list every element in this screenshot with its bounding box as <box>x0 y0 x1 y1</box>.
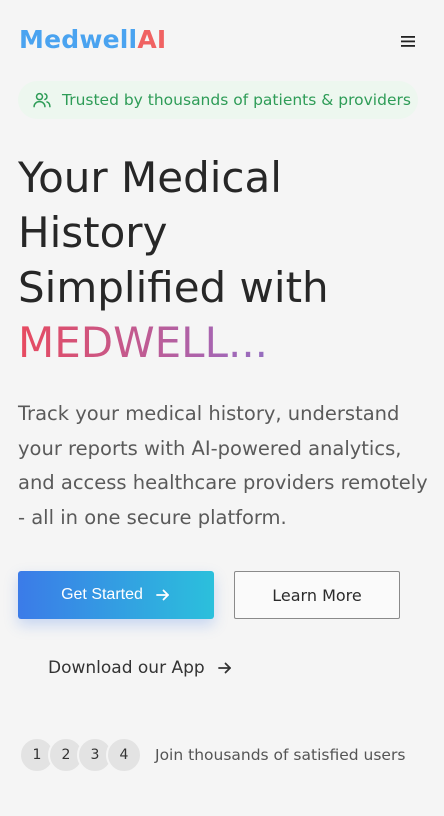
hero-title-brand: MEDWELL... <box>18 315 428 370</box>
avatar: 4 <box>106 737 142 773</box>
get-started-label: Get Started <box>61 586 143 603</box>
arrow-right-icon <box>217 662 231 674</box>
logo-part-medwell: Medwell <box>19 25 138 54</box>
hero-title: Your Medical History Simplified with MED… <box>18 150 428 370</box>
social-proof-text: Join thousands of satisfied users <box>155 746 406 764</box>
download-app-link[interactable]: Download our App <box>48 656 233 680</box>
hamburger-menu-icon <box>401 36 415 47</box>
trust-badge-text: Trusted by thousands of patients & provi… <box>62 91 411 109</box>
users-icon <box>33 92 51 108</box>
download-app-label: Download our App <box>48 658 205 678</box>
hero-title-line-3: Simplified with <box>18 263 329 312</box>
get-started-button[interactable]: Get Started <box>18 571 214 619</box>
social-proof: 1 2 3 4 Join thousands of satisfied user… <box>19 737 439 773</box>
header: MedwellAI <box>0 0 444 80</box>
logo-part-ai: AI <box>137 25 167 54</box>
menu-button[interactable] <box>398 32 420 50</box>
learn-more-label: Learn More <box>272 585 362 605</box>
arrow-right-icon <box>156 589 169 601</box>
hero-title-line-1: Your Medical <box>18 153 282 202</box>
logo[interactable]: MedwellAI <box>19 25 166 54</box>
trust-badge: Trusted by thousands of patients & provi… <box>18 81 418 119</box>
learn-more-button[interactable]: Learn More <box>234 571 400 619</box>
hero-title-line-2: History <box>18 208 168 257</box>
hero-description: Track your medical history, understand y… <box>18 402 428 529</box>
